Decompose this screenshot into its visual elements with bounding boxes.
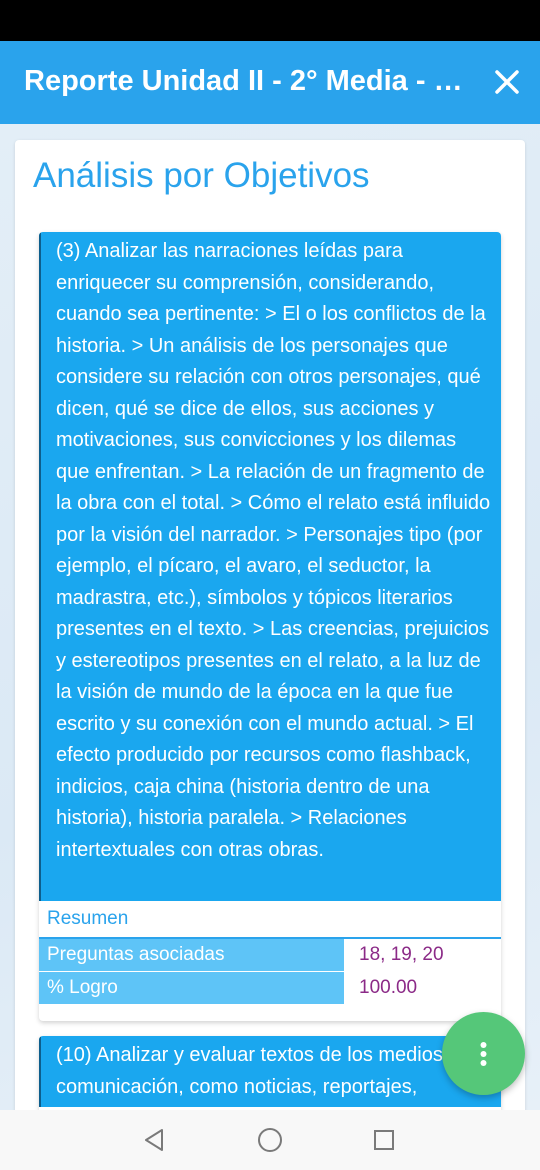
summary-label: Resumen (39, 901, 501, 939)
app-title: Reporte Unidad II - 2° Media - L... (24, 65, 464, 97)
more-vertical-icon (480, 1042, 487, 1066)
system-nav-bar (0, 1110, 540, 1170)
section-title: Análisis por Objetivos (33, 156, 370, 195)
recents-square-icon (374, 1130, 394, 1150)
app-bar: Reporte Unidad II - 2° Media - L... (0, 41, 540, 124)
more-options-button[interactable] (442, 1012, 525, 1095)
stat-row: Preguntas asociadas 18, 19, 20 (39, 939, 501, 972)
stat-value: 18, 19, 20 (359, 944, 444, 965)
home-circle-icon (258, 1128, 282, 1152)
stat-row: % Logro 100.00 (39, 972, 501, 1005)
objective-card[interactable]: (3) Analizar las narraciones leídas para… (39, 232, 501, 1021)
stat-value: 100.00 (359, 977, 418, 998)
back-triangle-icon (145, 1129, 163, 1151)
close-icon (495, 70, 519, 94)
home-button[interactable] (254, 1124, 286, 1156)
recents-button[interactable] (368, 1124, 400, 1156)
stat-label: Preguntas asociadas (39, 939, 344, 972)
stat-label: % Logro (39, 972, 344, 1005)
content-card[interactable]: Análisis por Objetivos (3) Analizar las … (15, 140, 525, 1120)
objective-text: (3) Analizar las narraciones leídas para… (39, 232, 501, 901)
close-button[interactable] (488, 63, 526, 101)
objective-text: (10) Analizar y evaluar textos de los me… (39, 1036, 501, 1107)
objective-card[interactable]: (10) Analizar y evaluar textos de los me… (39, 1036, 501, 1120)
status-bar (0, 0, 540, 41)
back-button[interactable] (138, 1124, 170, 1156)
